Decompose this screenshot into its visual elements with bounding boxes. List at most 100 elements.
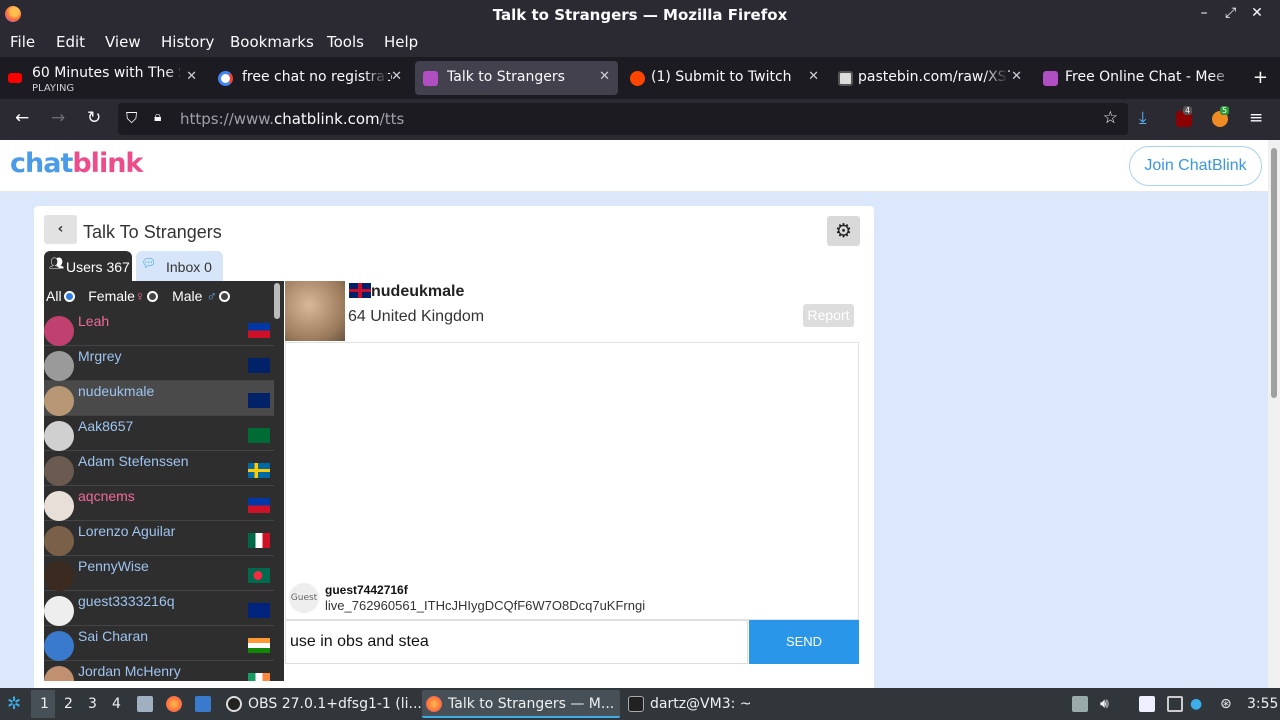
filter-male-label: Male bbox=[172, 288, 203, 304]
country-flag-icon bbox=[248, 638, 270, 653]
hamburger-menu-icon[interactable]: ≡ bbox=[1249, 108, 1263, 128]
task-obs[interactable]: OBS 27.0.1+dfsg1-1 (li... bbox=[222, 690, 422, 718]
clipboard-icon[interactable] bbox=[1072, 696, 1088, 712]
firefox-launcher-icon[interactable] bbox=[166, 696, 182, 712]
chatblink-icon bbox=[423, 71, 438, 86]
notes-icon[interactable] bbox=[1139, 696, 1155, 712]
user-row[interactable]: Sai Charan bbox=[44, 626, 274, 661]
settings-gear-button[interactable]: ⚙ bbox=[827, 216, 860, 246]
tab-free-online-chat[interactable]: Free Online Chat - Mee bbox=[1035, 61, 1235, 95]
update-notifier-icon[interactable]: ● bbox=[1190, 696, 1206, 712]
forward-arrow-icon[interactable]: → bbox=[51, 108, 65, 128]
close-tab-icon[interactable]: ✕ bbox=[599, 69, 610, 84]
window-title: Talk to Strangers — Mozilla Firefox bbox=[492, 6, 788, 24]
filter-all-radio[interactable] bbox=[63, 291, 75, 302]
send-button[interactable]: SEND bbox=[749, 620, 859, 664]
join-chatblink-button[interactable]: Join ChatBlink bbox=[1129, 146, 1262, 186]
tab-pastebin[interactable]: pastebin.com/raw/XST ✕ bbox=[830, 61, 1030, 95]
user-name: PennyWise bbox=[78, 558, 149, 574]
users-icon: 👥︎ bbox=[49, 256, 65, 270]
chat-bubble-icon: 💬︎ bbox=[141, 256, 157, 270]
tab-youtube[interactable]: 60 Minutes with The S PLAYING ✕ bbox=[0, 61, 205, 95]
lock-icon[interactable]: 🔒︎ bbox=[154, 109, 161, 125]
shield-icon[interactable]: ⛉ bbox=[126, 109, 137, 127]
user-row[interactable]: guest3333216q bbox=[44, 591, 274, 626]
close-tab-icon[interactable]: ✕ bbox=[1011, 69, 1022, 84]
workspace-3[interactable]: 3 bbox=[88, 696, 97, 712]
app-launcher-icon[interactable]: ✲ bbox=[7, 694, 23, 714]
user-row[interactable]: Adam Stefenssen bbox=[44, 451, 274, 486]
profile-info: 64 United Kingdom bbox=[348, 308, 485, 325]
workspace-2[interactable]: 2 bbox=[64, 696, 73, 712]
url-text[interactable]: https://www.chatblink.com/tts bbox=[180, 110, 404, 128]
tab-talk-to-strangers[interactable]: Talk to Strangers ✕ bbox=[415, 61, 618, 95]
close-window-button[interactable]: ✕ bbox=[1246, 5, 1268, 21]
user-row[interactable]: Lorenzo Aguilar bbox=[44, 521, 274, 556]
workspace-4[interactable]: 4 bbox=[112, 696, 121, 712]
back-button[interactable]: ‹ bbox=[44, 215, 77, 244]
google-icon bbox=[218, 71, 233, 86]
country-flag-icon bbox=[248, 498, 270, 513]
menu-history[interactable]: History bbox=[161, 33, 214, 51]
reload-icon[interactable]: ↻ bbox=[87, 108, 101, 128]
country-flag-icon bbox=[248, 463, 270, 478]
task-firefox[interactable]: Talk to Strangers — M... bbox=[422, 690, 620, 718]
user-row[interactable]: Leah bbox=[44, 311, 274, 346]
close-tab-icon[interactable]: ✕ bbox=[808, 69, 819, 84]
obs-icon bbox=[226, 696, 242, 712]
menu-tools[interactable]: Tools bbox=[327, 33, 364, 51]
new-tab-button[interactable]: + bbox=[1253, 67, 1268, 88]
menu-help[interactable]: Help bbox=[384, 33, 418, 51]
chatblink-logo[interactable]: chatblink bbox=[10, 148, 143, 179]
user-row[interactable]: Mrgrey bbox=[44, 346, 274, 381]
user-list-scrollbar[interactable] bbox=[274, 283, 280, 319]
menu-bar: File Edit View History Bookmarks Tools H… bbox=[0, 30, 1280, 55]
message-input[interactable] bbox=[285, 620, 748, 664]
bookmark-star-icon[interactable]: ☆ bbox=[1103, 108, 1118, 128]
profile-avatar[interactable] bbox=[285, 281, 345, 341]
page-scrollbar[interactable] bbox=[1268, 140, 1280, 688]
close-tab-icon[interactable]: ✕ bbox=[186, 69, 197, 84]
pastebin-icon bbox=[838, 71, 853, 86]
menu-edit[interactable]: Edit bbox=[56, 33, 85, 51]
message-text: live_762960561_ITHcJHIygDCQfF6W7O8Dcq7uK… bbox=[325, 598, 646, 613]
tab-bar: 60 Minutes with The S PLAYING ✕ free cha… bbox=[0, 57, 1280, 99]
task-terminal[interactable]: dartz@VM3: ~ bbox=[624, 690, 784, 718]
user-avatar bbox=[44, 421, 74, 451]
close-tab-icon[interactable]: ✕ bbox=[391, 69, 402, 84]
tab-reddit[interactable]: (1) Submit to Twitch ✕ bbox=[622, 61, 827, 95]
display-icon[interactable] bbox=[1167, 696, 1183, 712]
chatblink-icon bbox=[1043, 71, 1058, 86]
workspace-1[interactable]: 1 bbox=[40, 696, 49, 712]
tab-users[interactable]: 👥︎ Users 367 bbox=[44, 251, 132, 281]
back-arrow-icon[interactable]: ← bbox=[15, 108, 29, 128]
user-row[interactable]: PennyWise bbox=[44, 556, 274, 591]
volume-icon[interactable]: 🔊︎ bbox=[1100, 696, 1116, 712]
guest-avatar: Guest bbox=[289, 583, 319, 613]
tab-inbox[interactable]: 💬︎ Inbox 0 bbox=[136, 251, 223, 281]
filter-female-radio[interactable] bbox=[147, 291, 159, 302]
user-row[interactable]: aqcnems bbox=[44, 486, 274, 521]
user-row[interactable]: Aak8657 bbox=[44, 416, 274, 451]
file-manager-icon[interactable] bbox=[137, 696, 153, 712]
network-icon[interactable]: ⊛ bbox=[1220, 696, 1236, 712]
country-flag-icon bbox=[248, 568, 270, 583]
clock: 3:55 bbox=[1247, 696, 1279, 712]
filter-male-radio[interactable] bbox=[218, 291, 230, 302]
report-button[interactable]: Report bbox=[803, 304, 854, 327]
uk-flag-icon bbox=[349, 283, 371, 298]
menu-bookmarks[interactable]: Bookmarks bbox=[230, 33, 314, 51]
user-row[interactable]: nudeukmale bbox=[44, 381, 274, 416]
user-list: All Female♀ Male ♂ Leah Mrgrey nudeukmale A… bbox=[44, 281, 284, 681]
url-bar[interactable]: ⛉ 🔒︎ https://www.chatblink.com/tts ☆ bbox=[118, 103, 1128, 135]
maximize-button[interactable]: ⤢ bbox=[1220, 5, 1242, 21]
menu-file[interactable]: File bbox=[10, 33, 35, 51]
user-row[interactable]: Jordan McHenry bbox=[44, 661, 274, 681]
user-avatar bbox=[44, 456, 74, 486]
window-icon[interactable] bbox=[195, 696, 211, 712]
tab-google[interactable]: free chat no registrato ✕ bbox=[210, 61, 410, 95]
window-titlebar: Talk to Strangers — Mozilla Firefox – ⤢ … bbox=[0, 0, 1280, 30]
download-icon[interactable]: ⤓ bbox=[1139, 108, 1147, 128]
minimize-button[interactable]: – bbox=[1193, 5, 1215, 21]
menu-view[interactable]: View bbox=[105, 33, 141, 51]
